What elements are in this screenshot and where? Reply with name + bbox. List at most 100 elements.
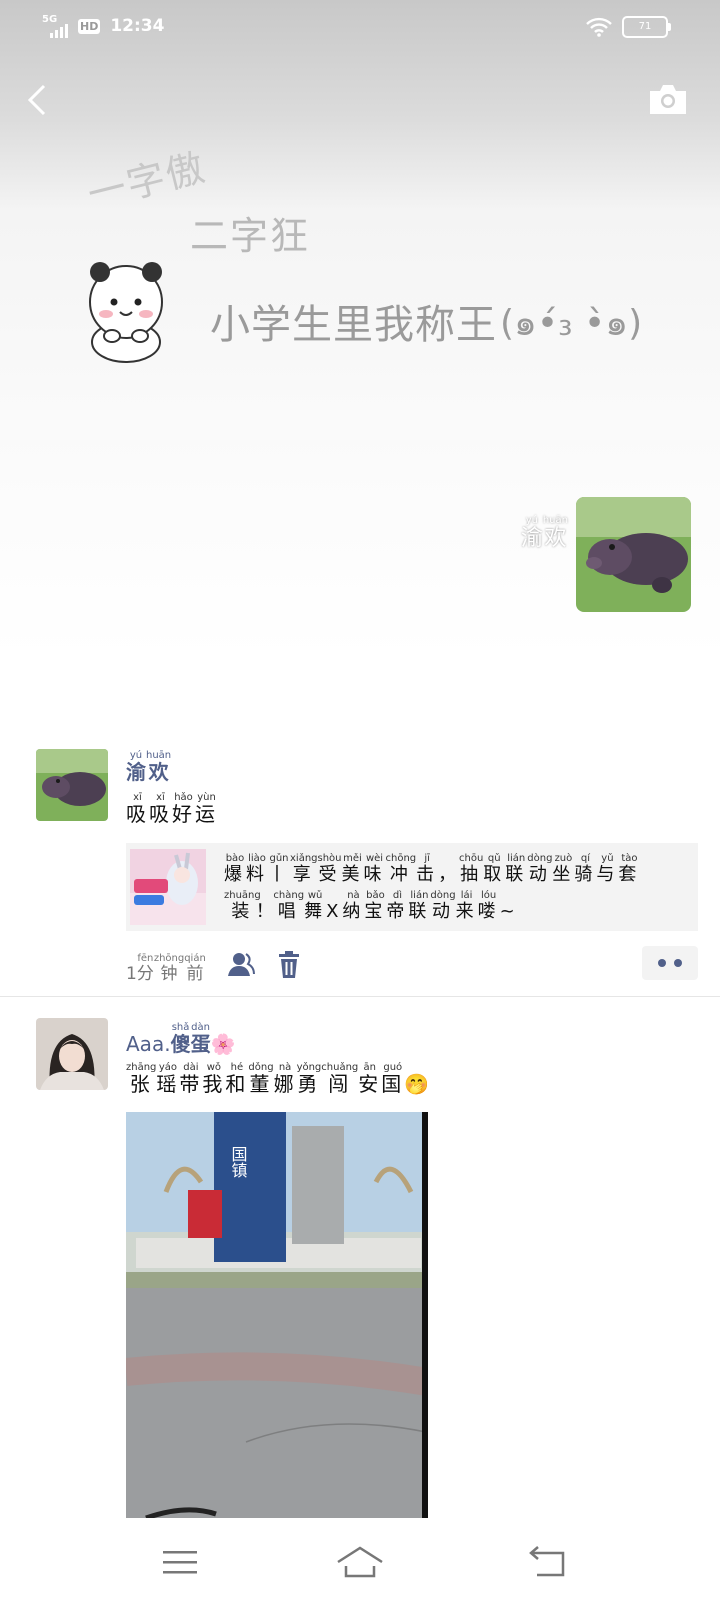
ruby-char: 蛋dàn — [190, 1022, 211, 1056]
shared-link-thumbnail — [130, 849, 206, 925]
hippo-avatar-image — [36, 749, 108, 821]
chevron-left-icon — [27, 84, 46, 116]
status-bar: 5G HD 12:34 71 — [0, 0, 720, 56]
ruby-char: 张zhāng — [126, 1062, 157, 1096]
ruby-char: 国guó — [381, 1062, 405, 1096]
ruby-char: 丨gǔn — [268, 853, 290, 885]
post-photo[interactable]: 国镇 — [126, 1112, 428, 1518]
flower-emoji-icon: 🌸 — [210, 1032, 236, 1056]
ruby-char: 爆bào — [224, 853, 246, 885]
ruby-char: 骑qí — [574, 853, 597, 885]
ruby-char: 套tào — [618, 853, 641, 885]
menu-button[interactable] — [155, 1542, 205, 1582]
owner-avatar[interactable] — [576, 497, 691, 612]
ruby-char: 前qián — [184, 953, 206, 984]
post-text-ruby: 吸xī吸xī好hǎo运yùn — [126, 792, 218, 826]
post-text: 张zhāng瑶yáo带dài我wǒ和hé董dǒng娜nà勇yǒng闯chuǎng… — [126, 1062, 432, 1097]
ruby-char: 安ān — [358, 1062, 382, 1096]
plain-char: 1 — [126, 964, 137, 984]
ruby-char: 帝dì — [386, 890, 409, 922]
post-author-name-prefix: Aaa. — [126, 1032, 171, 1056]
ruby-char: 喽lóu — [477, 890, 500, 922]
post-text-ruby: 张zhāng瑶yáo带dài我wǒ和hé董dǒng娜nà勇yǒng闯chuǎng… — [126, 1062, 405, 1096]
post-author-name[interactable]: Aaa.傻shǎ蛋dàn🌸 — [126, 1022, 235, 1057]
ruby-char: 冲chōng — [385, 853, 417, 885]
camera-icon — [650, 85, 686, 114]
camera-button[interactable] — [648, 82, 688, 116]
home-button[interactable] — [335, 1542, 385, 1582]
ruby-char: 联lián — [505, 853, 528, 885]
owner-name-ruby: 渝yú欢huān — [520, 515, 568, 551]
menu-icon — [163, 1551, 197, 1574]
ruby-char: 纳nà — [342, 890, 365, 922]
ruby-char: 勇yǒng — [296, 1062, 322, 1096]
post-divider — [0, 996, 720, 997]
ruby-char: 瑶yáo — [156, 1062, 180, 1096]
post-time-ruby: 1分fēn钟zhōng前qián — [126, 953, 206, 984]
battery-icon: 71 — [622, 16, 671, 38]
ruby-char: 味wèi — [363, 853, 386, 885]
system-nav-bar — [0, 1520, 720, 1605]
ruby-char: 与yǔ — [596, 853, 619, 885]
ruby-char: 享xiǎng — [290, 853, 318, 885]
ruby-char: 取qǔ — [483, 853, 506, 885]
hand-over-mouth-emoji-icon: 🤭 — [404, 1072, 433, 1096]
ruby-char: 料liào — [246, 853, 268, 885]
dot-icon — [658, 959, 666, 967]
status-time: 12:34 — [110, 16, 165, 36]
post-time: 1分fēn钟zhōng前qián — [126, 953, 206, 984]
ruby-char: 好hǎo — [172, 792, 195, 826]
ruby-char: 闯chuǎng — [321, 1062, 359, 1096]
ruby-char: 舞wǔ — [304, 890, 327, 922]
cover-image[interactable]: 5G HD 12:34 71 一字傲 二字狂 小学生里我称王 (๑•́₃ •̀๑… — [0, 0, 720, 660]
back-nav-button[interactable] — [525, 1542, 575, 1582]
ruby-char: 傻shǎ — [170, 1022, 191, 1056]
ruby-char: 和hé — [225, 1062, 249, 1096]
owner-name[interactable]: 渝yú欢huān — [521, 515, 568, 552]
post-avatar[interactable] — [36, 1018, 108, 1090]
ruby-char: 吸xī — [126, 792, 149, 826]
ruby-char: 渝yú — [126, 750, 146, 784]
shared-link-title: 爆bào料liào丨gǔn享xiǎng受shòu美měi味wèi冲chōng击j… — [224, 853, 694, 927]
shared-link-card[interactable]: 爆bào料liào丨gǔn享xiǎng受shòu美měi味wèi冲chōng击j… — [126, 843, 698, 931]
ruby-char: 唱chàng — [273, 890, 305, 922]
people-icon — [228, 953, 255, 976]
dot-icon — [674, 959, 682, 967]
ruby-char: 受shòu — [317, 853, 342, 885]
plain-char: ~ — [499, 901, 519, 922]
ruby-char: 运yùn — [195, 792, 218, 826]
back-button[interactable] — [20, 78, 60, 122]
ruby-char: 我wǒ — [202, 1062, 226, 1096]
ruby-char: 欢huān — [146, 750, 172, 784]
post-author-name[interactable]: 渝yú欢huān — [126, 750, 171, 785]
ruby-char: 钟zhōng — [153, 953, 185, 984]
post-avatar[interactable] — [36, 749, 108, 821]
ruby-char: 娜nà — [273, 1062, 297, 1096]
ruby-char: 击jī — [416, 853, 439, 885]
ruby-char: 分fēn — [136, 953, 154, 984]
ruby-char: 来lái — [455, 890, 478, 922]
more-actions-button[interactable] — [642, 946, 698, 980]
ruby-char: 动dòng — [430, 890, 456, 922]
cover-art-line3: 小学生里我称王 — [210, 302, 497, 348]
ruby-char: 宝bǎo — [364, 890, 387, 922]
trash-icon — [279, 951, 299, 978]
ruby-char: 吸xī — [149, 792, 172, 826]
ruby-char: 动dòng — [527, 853, 553, 885]
ruby-char: 坐zuò — [552, 853, 575, 885]
photo-sign-text: 国镇 — [229, 1146, 248, 1178]
hippo-avatar-image — [576, 497, 691, 612]
wifi-icon — [586, 17, 612, 37]
ruby-char: 抽chōu — [458, 853, 484, 885]
hd-badge: HD — [78, 18, 101, 34]
shared-link-title-line1: 爆bào料liào丨gǔn享xiǎng受shòu美měi味wèi冲chōng击j… — [224, 853, 694, 890]
cellular-signal-icon: 5G — [42, 14, 72, 38]
ruby-char: 装zhuāng — [224, 890, 261, 922]
delete-button[interactable] — [274, 950, 304, 980]
home-icon — [337, 1546, 383, 1578]
ruby-char: 渝yú — [520, 515, 543, 551]
post-author-name-ruby: 傻shǎ蛋dàn — [170, 1022, 211, 1056]
ruby-char: 联lián — [408, 890, 431, 922]
visibility-button[interactable] — [226, 950, 256, 980]
ruby-char: 欢huān — [542, 515, 568, 551]
